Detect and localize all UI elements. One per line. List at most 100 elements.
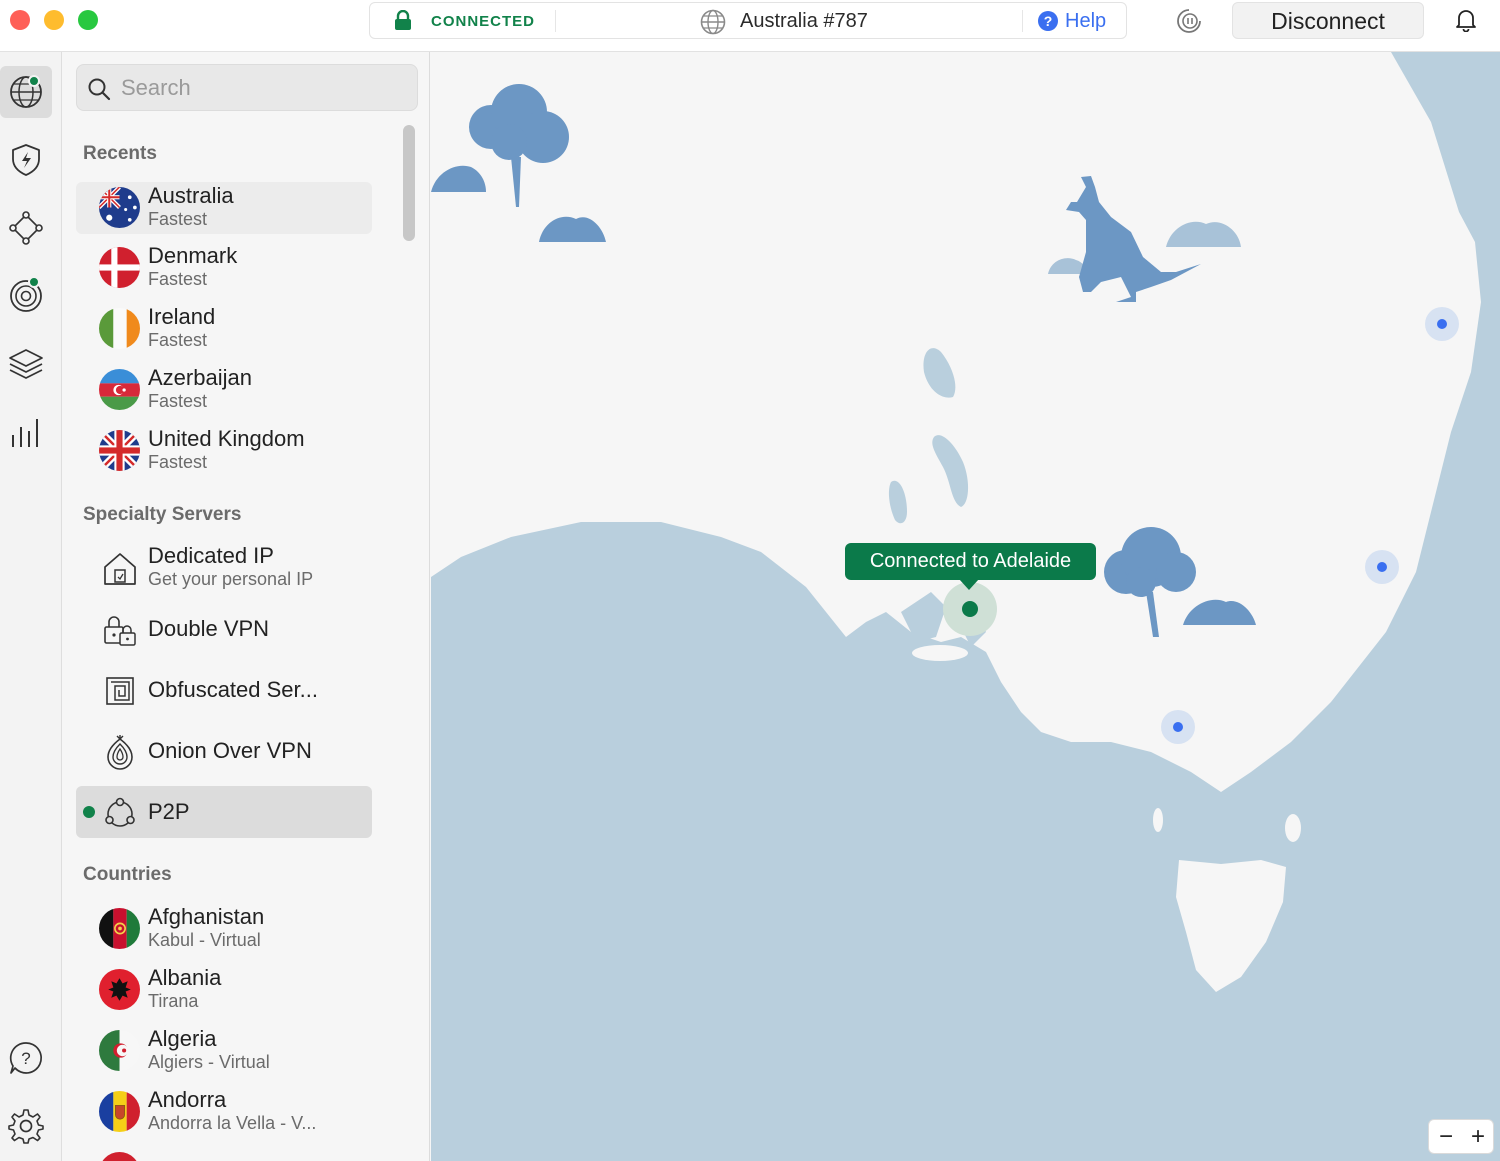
disconnect-button[interactable]: Disconnect <box>1232 2 1424 39</box>
specialty-name: Double VPN <box>148 616 270 641</box>
settings-icon <box>8 1109 44 1144</box>
connected-server-label[interactable]: Australia #787 <box>740 10 868 33</box>
map-illustration <box>431 52 1481 992</box>
globe-icon <box>700 9 726 35</box>
zoom-in-button[interactable]: + <box>1462 1122 1494 1152</box>
location-marker-melbourne[interactable] <box>1173 722 1183 732</box>
country-item-algeria[interactable]: Algeria Algiers - Virtual <box>76 1025 372 1077</box>
specialty-name: P2P <box>148 799 190 824</box>
australia-landmass <box>431 52 1481 792</box>
server-subtitle: Andorra la Vella - V... <box>148 1113 317 1133</box>
search-icon <box>88 78 111 101</box>
meshnet-icon <box>9 211 43 245</box>
title-bar: CONNECTED Australia #787 ? Help Disconne… <box>0 0 1500 52</box>
specialty-item-dedicated-ip[interactable]: Dedicated IP Get your personal IP <box>76 542 372 594</box>
specialty-name: Dedicated IP <box>148 543 274 568</box>
divider <box>555 10 556 32</box>
zoom-out-button[interactable]: − <box>1430 1122 1462 1152</box>
island <box>1285 814 1301 842</box>
layers-icon <box>9 349 43 379</box>
server-subtitle: Fastest <box>148 330 208 350</box>
close-window-button[interactable] <box>10 10 30 30</box>
location-marker-adelaide[interactable] <box>962 601 978 617</box>
rail-layers-button[interactable] <box>0 338 52 390</box>
ireland-flag-icon <box>99 308 140 349</box>
country-name: Algeria <box>148 1026 217 1051</box>
australia-flag-icon <box>99 187 140 228</box>
recent-item-denmark[interactable]: Denmark Fastest <box>76 242 372 294</box>
location-marker-brisbane[interactable] <box>1437 319 1447 329</box>
onion-icon <box>107 735 133 770</box>
connection-status-label: CONNECTED <box>431 13 536 30</box>
lock-icon <box>395 10 411 30</box>
server-list-panel: Recents Australia Fastest <box>62 52 430 1161</box>
minimize-window-button[interactable] <box>44 10 64 30</box>
rail-settings-button[interactable] <box>0 1100 52 1152</box>
stats-icon <box>12 419 38 447</box>
navigation-rail: ? <box>0 52 62 1161</box>
rail-countries-button[interactable] <box>0 66 52 118</box>
scrollbar[interactable] <box>403 125 415 241</box>
location-marker-sydney[interactable] <box>1377 562 1387 572</box>
search-input[interactable] <box>121 75 401 101</box>
country-item-albania[interactable]: Albania Tirana <box>76 964 372 1016</box>
albania-flag-icon <box>99 969 140 1010</box>
connected-dot <box>83 806 95 818</box>
recent-item-azerbaijan[interactable]: Azerbaijan Fastest <box>76 364 372 416</box>
rail-threat-protection-button[interactable] <box>0 134 52 186</box>
section-title-recents: Recents <box>83 143 157 164</box>
country-name: Andorra <box>148 1087 227 1112</box>
tooltip-arrow <box>959 579 979 590</box>
azerbaijan-flag-icon <box>99 369 140 410</box>
svg-text:?: ? <box>21 1049 30 1068</box>
server-subtitle: Tirana <box>148 991 199 1011</box>
maze-icon <box>106 677 134 705</box>
denmark-flag-icon <box>99 247 140 288</box>
rail-stats-button[interactable] <box>0 406 52 458</box>
threat-protection-icon <box>12 144 40 176</box>
server-subtitle: Fastest <box>148 269 208 289</box>
rail-dark-web-monitor-button[interactable] <box>0 270 52 322</box>
search-box[interactable] <box>76 64 418 111</box>
angola-flag-icon <box>99 1152 140 1161</box>
algeria-flag-icon <box>99 1030 140 1071</box>
country-item-andorra[interactable]: Andorra Andorra la Vella - V... <box>76 1086 372 1138</box>
rail-meshnet-button[interactable] <box>0 202 52 254</box>
server-subtitle: Kabul - Virtual <box>148 930 261 950</box>
status-dot <box>28 276 40 288</box>
recent-item-australia[interactable]: Australia Fastest <box>76 182 372 234</box>
p2p-icon <box>105 797 135 827</box>
server-subtitle: Fastest <box>148 391 208 411</box>
specialty-item-p2p[interactable]: P2P <box>76 786 372 838</box>
bell-icon[interactable] <box>1455 8 1477 32</box>
country-item-angola[interactable] <box>76 1147 372 1161</box>
help-icon[interactable]: ? <box>1038 11 1058 31</box>
country-name: Azerbaijan <box>148 365 252 390</box>
specialty-item-obfuscated-servers[interactable]: Obfuscated Ser... <box>76 664 372 716</box>
andorra-flag-icon <box>99 1091 140 1132</box>
rail-support-button[interactable]: ? <box>0 1032 52 1084</box>
connected-location-tooltip: Connected to Adelaide <box>845 543 1096 580</box>
pause-icon[interactable] <box>1175 7 1203 35</box>
country-item-afghanistan[interactable]: Afghanistan Kabul - Virtual <box>76 903 372 955</box>
zoom-window-button[interactable] <box>78 10 98 30</box>
house-icon <box>104 553 136 585</box>
united-kingdom-flag-icon <box>99 430 140 471</box>
status-dot <box>28 75 40 87</box>
server-subtitle: Fastest <box>148 452 208 472</box>
specialty-item-onion-over-vpn[interactable]: Onion Over VPN <box>76 725 372 777</box>
world-map[interactable]: Connected to Adelaide − + <box>431 52 1500 1161</box>
island <box>912 645 968 661</box>
specialty-item-double-vpn[interactable]: Double VPN <box>76 603 372 655</box>
section-title-countries: Countries <box>83 864 172 885</box>
recent-item-united-kingdom[interactable]: United Kingdom Fastest <box>76 425 372 477</box>
zoom-controls: − + <box>1428 1119 1494 1154</box>
support-icon: ? <box>9 1042 42 1074</box>
country-name: Ireland <box>148 304 216 329</box>
country-name: United Kingdom <box>148 426 305 451</box>
recent-item-ireland[interactable]: Ireland Fastest <box>76 303 372 355</box>
tasmania-landmass <box>1176 860 1286 992</box>
double-lock-icon <box>104 616 136 646</box>
specialty-subtitle: Get your personal IP <box>148 569 314 589</box>
help-link[interactable]: Help <box>1065 10 1106 33</box>
